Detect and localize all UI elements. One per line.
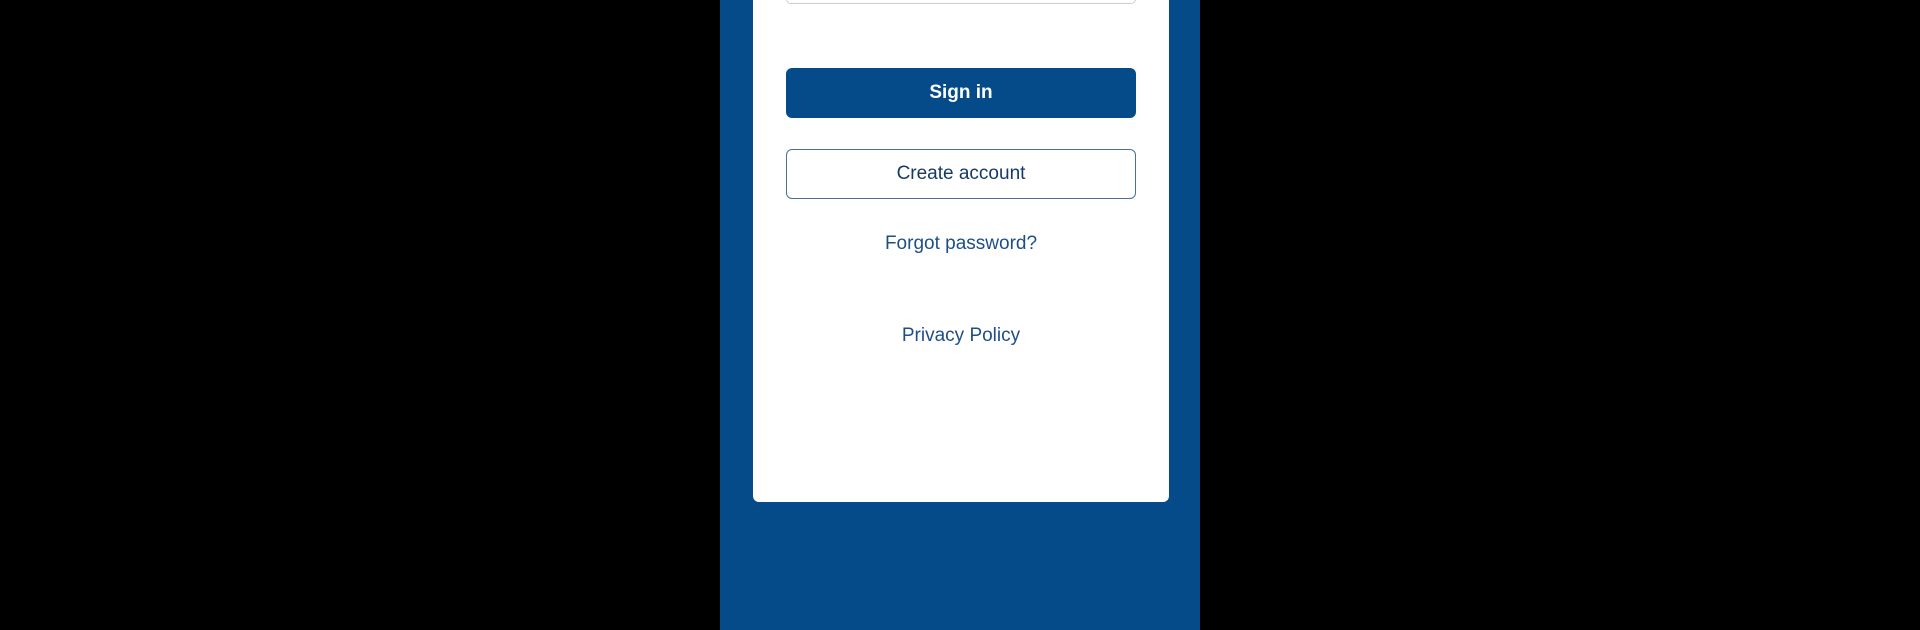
- app-frame: •••••••• Sign in Create account Forgot p…: [720, 0, 1200, 630]
- sign-in-button[interactable]: Sign in: [786, 68, 1136, 118]
- create-account-button[interactable]: Create account: [786, 149, 1136, 199]
- forgot-password-link[interactable]: Forgot password?: [753, 233, 1169, 255]
- password-field[interactable]: ••••••••: [786, 0, 1136, 4]
- privacy-policy-link[interactable]: Privacy Policy: [753, 325, 1169, 347]
- login-card: •••••••• Sign in Create account Forgot p…: [753, 0, 1169, 502]
